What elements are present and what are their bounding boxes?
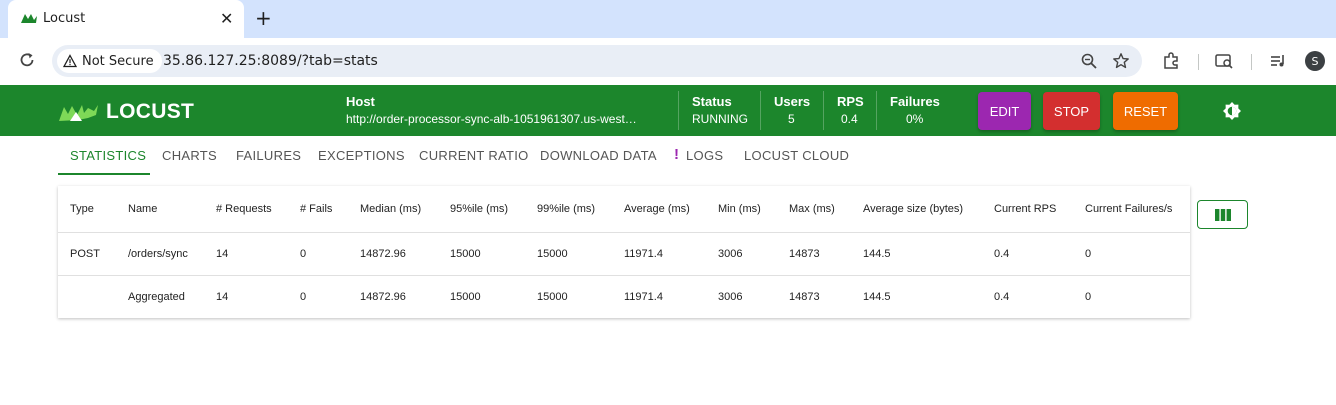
header-divider [678, 91, 679, 130]
logs-alert-icon: ! [674, 146, 680, 163]
header-divider [876, 91, 877, 130]
failures-label: Failures [890, 94, 940, 109]
header-divider [760, 91, 761, 130]
tab-title: Locust [43, 11, 86, 26]
media-queue-icon[interactable] [1268, 51, 1288, 71]
status-value: RUNNING [692, 112, 748, 126]
column-header[interactable]: Name [128, 203, 157, 215]
table-cell: 11971.4 [624, 291, 663, 303]
tab-close-icon[interactable]: ✕ [220, 9, 233, 28]
table-cell: 14872.96 [360, 248, 406, 260]
table-cell: 15000 [537, 291, 568, 303]
table-cell: 15000 [537, 248, 568, 260]
bookmark-star-icon[interactable] [1112, 52, 1130, 70]
status-label: Status [692, 94, 732, 109]
users-label: Users [774, 94, 811, 109]
reset-button[interactable]: RESET [1113, 92, 1178, 130]
table-cell: 15000 [450, 248, 481, 260]
locust-logo-icon [59, 105, 98, 121]
table-cell: Aggregated [128, 291, 185, 303]
table-cell: 15000 [450, 291, 481, 303]
new-tab-button[interactable]: + [255, 6, 272, 30]
table-cell: /orders/sync [128, 248, 188, 260]
tab-locust-cloud[interactable]: LOCUST CLOUD [744, 148, 849, 163]
column-header[interactable]: Average (ms) [624, 203, 690, 215]
tab-current-ratio[interactable]: CURRENT RATIO [419, 148, 529, 163]
tab-logs[interactable]: LOGS [686, 148, 723, 163]
table-cell: 3006 [718, 291, 743, 303]
tab-download-data[interactable]: DOWNLOAD DATA [540, 148, 657, 163]
host-label: Host [346, 94, 375, 109]
locust-header: LOCUST Host http://order-processor-sync-… [0, 85, 1336, 136]
locust-favicon-icon [21, 14, 37, 23]
extensions-icon[interactable] [1161, 51, 1181, 71]
theme-toggle-icon[interactable] [1222, 101, 1242, 121]
table-cell: 144.5 [863, 291, 891, 303]
header-divider [823, 91, 824, 130]
table-cell: 0.4 [994, 291, 1010, 303]
active-tab-indicator [58, 173, 150, 175]
column-header[interactable]: Max (ms) [789, 203, 835, 215]
table-cell: POST [70, 248, 100, 260]
column-header[interactable]: Current Failures/s [1085, 203, 1172, 215]
table-cell: 144.5 [863, 248, 891, 260]
column-header[interactable]: 99%ile (ms) [537, 203, 595, 215]
rps-label: RPS [837, 94, 864, 109]
column-header[interactable]: Min (ms) [718, 203, 761, 215]
column-header[interactable]: Median (ms) [360, 203, 421, 215]
logo-text: LOCUST [106, 100, 195, 123]
column-header[interactable]: Average size (bytes) [863, 203, 963, 215]
browser-tab-strip: Locust ✕ + [0, 0, 1336, 38]
table-cell: 14873 [789, 291, 820, 303]
column-header[interactable]: 95%ile (ms) [450, 203, 508, 215]
column-header[interactable]: # Fails [300, 203, 332, 215]
table-cell: 0.4 [994, 248, 1010, 260]
url-text[interactable]: 35.86.127.25:8089/?tab=stats [163, 53, 378, 69]
table-cell: 11971.4 [624, 248, 663, 260]
browser-tab[interactable]: Locust ✕ [8, 0, 244, 38]
zoom-icon[interactable] [1080, 52, 1098, 70]
table-cell: 14 [216, 291, 229, 303]
locust-logo[interactable]: LOCUST [58, 99, 208, 125]
columns-icon [1214, 208, 1231, 221]
users-value: 5 [788, 112, 795, 126]
toolbar-divider [1251, 54, 1252, 70]
address-bar[interactable]: Not Secure 35.86.127.25:8089/?tab=stats [52, 45, 1142, 77]
stats-table: Type Name # Requests # Fails Median (ms)… [58, 186, 1190, 318]
column-header[interactable]: Current RPS [994, 203, 1056, 215]
table-row: POST /orders/sync 14 0 14872.96 15000 15… [58, 233, 1190, 276]
failures-value: 0% [906, 112, 924, 126]
table-header-row: Type Name # Requests # Fails Median (ms)… [58, 186, 1190, 233]
warning-icon [63, 54, 77, 68]
table-cell: 0 [1085, 291, 1092, 303]
stop-button[interactable]: STOP [1043, 92, 1100, 130]
profile-avatar[interactable]: S [1305, 51, 1325, 71]
reload-icon[interactable] [18, 51, 36, 69]
edit-button[interactable]: EDIT [978, 92, 1031, 130]
reading-mode-icon[interactable] [1214, 51, 1234, 71]
tab-charts[interactable]: CHARTS [162, 148, 217, 163]
tab-statistics[interactable]: STATISTICS [70, 148, 146, 163]
table-row: Aggregated 14 0 14872.96 15000 15000 119… [58, 276, 1190, 318]
rps-value: 0.4 [841, 112, 858, 126]
table-cell: 0 [300, 248, 307, 260]
tab-failures[interactable]: FAILURES [236, 148, 301, 163]
table-cell: 14873 [789, 248, 820, 260]
table-cell: 14872.96 [360, 291, 406, 303]
security-label: Not Secure [82, 53, 154, 69]
table-cell: 0 [1085, 248, 1092, 260]
host-value: http://order-processor-sync-alb-10519613… [346, 112, 637, 126]
toolbar-divider [1198, 54, 1199, 70]
tab-exceptions[interactable]: EXCEPTIONS [318, 148, 405, 163]
table-cell: 3006 [718, 248, 743, 260]
column-selector-button[interactable] [1197, 200, 1248, 229]
table-cell: 0 [300, 291, 307, 303]
column-header[interactable]: # Requests [216, 203, 272, 215]
table-cell: 14 [216, 248, 229, 260]
browser-toolbar: Not Secure 35.86.127.25:8089/?tab=stats … [0, 38, 1336, 85]
security-chip[interactable]: Not Secure [57, 49, 162, 73]
column-header[interactable]: Type [70, 203, 94, 215]
